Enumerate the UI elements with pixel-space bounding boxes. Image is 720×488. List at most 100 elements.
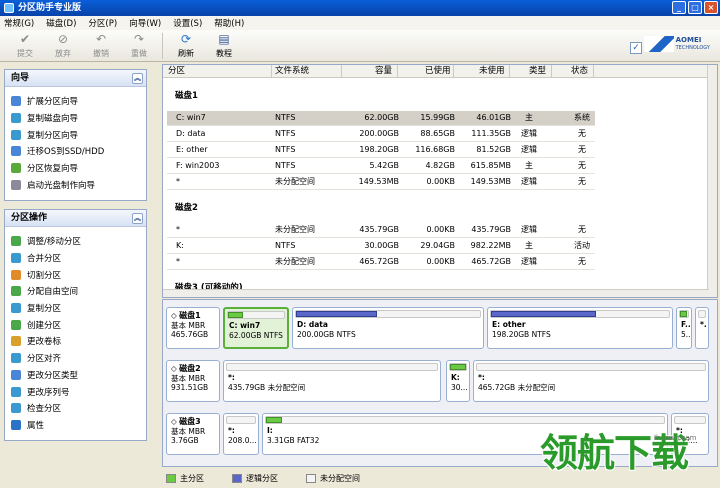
table-horizontal-scrollbar[interactable] bbox=[163, 289, 709, 297]
operation-item[interactable]: 检查分区 bbox=[5, 400, 146, 417]
wizard-item-label: 扩展分区向导 bbox=[27, 97, 79, 108]
menu-wizard[interactable]: 向导(W) bbox=[129, 17, 161, 29]
operation-item[interactable]: 分区对齐 bbox=[5, 350, 146, 367]
operation-item-label: 创建分区 bbox=[27, 320, 62, 331]
table-row[interactable]: E: other NTFS 198.20GB 116.68GB 81.52GB 逻辑 无 bbox=[167, 143, 595, 157]
partition-block[interactable]: F.. 5.. bbox=[676, 307, 692, 349]
wizard-item[interactable]: 迁移OS到SSD/HDD bbox=[5, 143, 146, 160]
col-type[interactable]: 类型 bbox=[529, 65, 546, 78]
table-cell: NTFS bbox=[275, 161, 296, 170]
window-title: 分区助手专业版 bbox=[18, 3, 82, 13]
partition-block[interactable]: *: 208.0... bbox=[223, 413, 259, 455]
table-row[interactable]: F: win2003 NTFS 5.42GB 4.82GB 615.85MB 主 无 bbox=[167, 159, 595, 173]
operation-item[interactable]: 分配自由空间 bbox=[5, 283, 146, 300]
discard-button[interactable]: ⊘ 放弃 bbox=[44, 30, 82, 59]
row-divider bbox=[167, 157, 595, 158]
table-vertical-scrollbar[interactable] bbox=[707, 65, 717, 297]
table-row[interactable]: * 未分配空间 465.72GB 0.00KB 465.72GB 逻辑 无 bbox=[167, 255, 595, 269]
operation-item[interactable]: 创建分区 bbox=[5, 316, 146, 333]
wizard-item[interactable]: 扩展分区向导 bbox=[5, 93, 146, 110]
table-cell: 无 bbox=[578, 161, 586, 170]
disk-card-size: 3.76GB bbox=[171, 436, 199, 445]
col-free[interactable]: 未使用 bbox=[479, 65, 505, 78]
undo-button[interactable]: ↶ 撤销 bbox=[82, 30, 120, 59]
menu-settings[interactable]: 设置(S) bbox=[173, 17, 202, 29]
operation-item[interactable]: 复制分区 bbox=[5, 300, 146, 317]
table-cell: K: bbox=[176, 241, 184, 250]
redo-button[interactable]: ↷ 重做 bbox=[120, 30, 158, 59]
table-cell: 62.00GB bbox=[364, 113, 399, 122]
maximize-button[interactable]: □ bbox=[688, 1, 702, 14]
row-divider bbox=[167, 269, 595, 270]
watermark-url: lhdown.com bbox=[654, 434, 697, 442]
usage-fill bbox=[266, 417, 282, 423]
collapse-icon[interactable]: ︽ bbox=[132, 73, 143, 84]
close-button[interactable]: × bbox=[704, 1, 718, 14]
wizard-item-label: 分区恢复向导 bbox=[27, 164, 79, 175]
row-divider bbox=[167, 141, 595, 142]
undo-icon: ↶ bbox=[95, 32, 107, 46]
wizard-panel-header: 向导 ︽ bbox=[5, 70, 146, 87]
col-filesystem[interactable]: 文件系统 bbox=[275, 65, 309, 78]
partition-block[interactable]: *. bbox=[695, 307, 709, 349]
wizard-item[interactable]: 复制分区向导 bbox=[5, 126, 146, 143]
partition-block[interactable]: *: 465.72GB 未分配空间 bbox=[473, 360, 709, 402]
partition-block[interactable]: C: win7 62.00GB NTFS bbox=[223, 307, 289, 349]
menu-partition[interactable]: 分区(P) bbox=[88, 17, 117, 29]
upgrade-checkbox-icon[interactable]: ✓ bbox=[630, 42, 642, 54]
disk-card[interactable]: ◇ 磁盘1 基本 MBR 465.76GB bbox=[166, 307, 220, 349]
col-partition[interactable]: 分区 bbox=[168, 65, 185, 78]
operation-item[interactable]: 合并分区 bbox=[5, 250, 146, 267]
usage-fill bbox=[491, 311, 597, 317]
table-row[interactable]: K: NTFS 30.00GB 29.04GB 982.22MB 主 活动 bbox=[167, 239, 595, 253]
disk-icon: ◇ bbox=[171, 364, 180, 373]
partition-block[interactable]: E: other 198.20GB NTFS bbox=[487, 307, 673, 349]
wizard-item-icon bbox=[11, 163, 21, 174]
menu-disk[interactable]: 磁盘(D) bbox=[46, 17, 76, 29]
disk-card[interactable]: ◇ 磁盘2 基本 MBR 931.51GB bbox=[166, 360, 220, 402]
table-cell: 0.00KB bbox=[426, 257, 455, 266]
partition-label: *: bbox=[228, 426, 235, 435]
operation-item[interactable]: 更改分区类型 bbox=[5, 367, 146, 384]
minimize-button[interactable]: _ bbox=[672, 1, 686, 14]
legend-primary: 主分区 bbox=[166, 473, 204, 484]
partition-info: 62.00GB NTFS bbox=[229, 330, 283, 340]
menu-help[interactable]: 帮助(H) bbox=[214, 17, 244, 29]
operation-item-label: 更改序列号 bbox=[27, 387, 70, 398]
commit-button[interactable]: ✔ 提交 bbox=[6, 30, 44, 59]
operation-item[interactable]: 属性 bbox=[5, 417, 146, 434]
table-row[interactable]: D: data NTFS 200.00GB 88.65GB 111.35GB 逻辑 无 bbox=[167, 127, 595, 141]
col-used[interactable]: 已使用 bbox=[425, 65, 451, 78]
wizard-item[interactable]: 复制磁盘向导 bbox=[5, 110, 146, 127]
col-status[interactable]: 状态 bbox=[571, 65, 588, 78]
table-cell: 465.72GB bbox=[359, 257, 399, 266]
col-capacity[interactable]: 容量 bbox=[375, 65, 392, 78]
wizard-item[interactable]: 分区恢复向导 bbox=[5, 160, 146, 177]
tutorial-button[interactable]: ▤ 教程 bbox=[205, 30, 243, 59]
row-divider bbox=[167, 173, 595, 174]
table-row[interactable]: * 未分配空间 149.53MB 0.00KB 149.53MB 逻辑 无 bbox=[167, 175, 595, 189]
partition-info: 30... bbox=[451, 382, 468, 392]
partition-block[interactable]: K: 30... bbox=[446, 360, 470, 402]
operation-item-icon bbox=[11, 253, 21, 264]
row-divider bbox=[167, 253, 595, 254]
partition-block[interactable]: D: data 200.00GB NTFS bbox=[292, 307, 484, 349]
table-row[interactable]: * 未分配空间 435.79GB 0.00KB 435.79GB 逻辑 无 bbox=[167, 223, 595, 237]
disk-card[interactable]: ◇ 磁盘3 基本 MBR 3.76GB bbox=[166, 413, 220, 455]
operation-item[interactable]: 更改序列号 bbox=[5, 383, 146, 400]
usage-bar bbox=[490, 310, 670, 318]
wizard-item[interactable]: 启动光盘制作向导 bbox=[5, 176, 146, 193]
operation-item[interactable]: 调整/移动分区 bbox=[5, 233, 146, 250]
collapse-icon[interactable]: ︽ bbox=[132, 213, 143, 224]
wizard-panel: 向导 ︽ 扩展分区向导复制磁盘向导 复制分区向导 迁移OS到SSD/HDD 分区恢复向导… bbox=[4, 69, 147, 201]
partition-block[interactable]: *: 435.79GB 未分配空间 bbox=[223, 360, 441, 402]
usage-fill bbox=[296, 311, 377, 317]
operation-item[interactable]: 切割分区 bbox=[5, 266, 146, 283]
refresh-button[interactable]: ⟳ 刷新 bbox=[167, 30, 205, 59]
table-cell: 88.65GB bbox=[420, 129, 455, 138]
operation-item[interactable]: 更改卷标 bbox=[5, 333, 146, 350]
menu-general[interactable]: 常规(G) bbox=[4, 17, 34, 29]
table-cell: 111.35GB bbox=[471, 129, 511, 138]
table-cell: 逻辑 bbox=[521, 145, 537, 154]
table-row[interactable]: C: win7 NTFS 62.00GB 15.99GB 46.01GB 主 系统 bbox=[167, 111, 595, 125]
